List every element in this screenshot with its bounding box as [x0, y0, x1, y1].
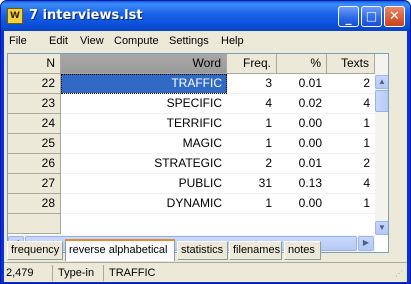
row-number: 22: [8, 74, 61, 94]
status-mode: Type-in: [56, 265, 104, 281]
texts-cell[interactable]: 2: [327, 154, 375, 174]
row-number: 24: [8, 114, 61, 134]
tab-statistics[interactable]: statistics: [177, 241, 228, 260]
table-row[interactable]: 24 TERRIFIC 1 0.00 1: [8, 114, 375, 134]
percent-cell[interactable]: 0.01: [277, 154, 327, 174]
table-row[interactable]: 27 PUBLIC 31 0.13 4: [8, 174, 375, 194]
column-header-texts[interactable]: Texts: [327, 54, 375, 74]
table-row[interactable]: 23 SPECIFIC 4 0.02 4: [8, 94, 375, 114]
minimize-button[interactable]: _: [338, 6, 359, 27]
table-row[interactable]: 22 TRAFFIC 3 0.01 2: [8, 74, 375, 94]
column-header-n[interactable]: N: [8, 54, 61, 74]
row-number: [8, 214, 61, 234]
freq-cell[interactable]: 31: [227, 174, 277, 194]
freq-cell[interactable]: 1: [227, 194, 277, 214]
tab-frequency[interactable]: frequency: [7, 241, 63, 260]
status-count: 2,479: [4, 265, 53, 281]
freq-cell[interactable]: 1: [227, 134, 277, 154]
scroll-down-button[interactable]: ▼: [375, 221, 388, 235]
chevron-up-icon: ▲: [378, 77, 386, 86]
column-header-freq[interactable]: Freq.: [227, 54, 277, 74]
table-row-partial[interactable]: [8, 214, 375, 234]
row-number: 23: [8, 94, 61, 114]
column-header-word[interactable]: Word: [61, 54, 227, 74]
row-number: 26: [8, 154, 61, 174]
texts-cell[interactable]: 1: [327, 114, 375, 134]
texts-cell[interactable]: 2: [327, 74, 375, 94]
close-button[interactable]: ✕: [384, 6, 405, 27]
word-list-grid[interactable]: N Word Freq. % Texts 22 TRAFFIC 3 0.01 2…: [7, 53, 389, 253]
row-number: 25: [8, 134, 61, 154]
menu-view[interactable]: View: [80, 34, 104, 48]
word-cell[interactable]: PUBLIC: [61, 174, 227, 194]
row-number: 28: [8, 194, 61, 214]
column-header-percent[interactable]: %: [277, 54, 327, 74]
word-cell[interactable]: DYNAMIC: [61, 194, 227, 214]
close-icon: ✕: [389, 9, 400, 24]
texts-cell[interactable]: 1: [327, 194, 375, 214]
word-cell[interactable]: STRATEGIC: [61, 154, 227, 174]
percent-cell[interactable]: 0.00: [277, 134, 327, 154]
menu-edit[interactable]: Edit: [49, 34, 68, 48]
menu-help[interactable]: Help: [221, 34, 244, 48]
client-area: File Edit View Compute Settings Help N W…: [4, 31, 407, 282]
freq-cell[interactable]: 3: [227, 74, 277, 94]
percent-cell[interactable]: 0.00: [277, 194, 327, 214]
texts-cell[interactable]: 4: [327, 94, 375, 114]
table-row[interactable]: 26 STRATEGIC 2 0.01 2: [8, 154, 375, 174]
texts-cell[interactable]: 1: [327, 134, 375, 154]
chevron-down-icon: ▼: [378, 223, 386, 232]
word-cell[interactable]: SPECIFIC: [61, 94, 227, 114]
app-window: W 7 interviews.lst _ □ ✕ File Edit View …: [0, 0, 411, 284]
maximize-button[interactable]: □: [361, 6, 382, 27]
window-title: 7 interviews.lst: [29, 8, 143, 23]
maximize-icon: □: [365, 9, 378, 23]
table-row[interactable]: 25 MAGIC 1 0.00 1: [8, 134, 375, 154]
tab-reverse-alphabetical[interactable]: reverse alphabetical: [65, 239, 175, 261]
percent-cell[interactable]: 0.01: [277, 74, 327, 94]
vertical-scrollbar[interactable]: ▲ ▼: [375, 54, 388, 235]
status-current-word: TRAFFIC: [109, 267, 156, 279]
status-bar: 2,479 Type-in TRAFFIC ⋰: [4, 262, 407, 282]
row-number: 27: [8, 174, 61, 194]
menu-file[interactable]: File: [9, 34, 27, 48]
title-bar[interactable]: W 7 interviews.lst _ □ ✕: [1, 1, 410, 31]
tab-notes[interactable]: notes: [284, 241, 321, 260]
tab-filenames[interactable]: filenames: [229, 241, 282, 260]
freq-cell[interactable]: 4: [227, 94, 277, 114]
view-tabs: frequency reverse alphabetical statistic…: [7, 239, 407, 261]
word-cell[interactable]: TERRIFIC: [61, 114, 227, 134]
word-cell[interactable]: TRAFFIC: [61, 74, 227, 94]
table-row[interactable]: 28 DYNAMIC 1 0.00 1: [8, 194, 375, 214]
scroll-up-button[interactable]: ▲: [375, 75, 388, 89]
menu-bar: File Edit View Compute Settings Help: [4, 31, 407, 51]
word-cell[interactable]: MAGIC: [61, 134, 227, 154]
app-icon: W: [7, 8, 23, 24]
freq-cell[interactable]: 1: [227, 114, 277, 134]
minimize-icon: _: [345, 11, 352, 25]
menu-settings[interactable]: Settings: [169, 34, 209, 48]
vertical-scroll-thumb[interactable]: [375, 90, 388, 112]
percent-cell[interactable]: 0.13: [277, 174, 327, 194]
percent-cell[interactable]: 0.02: [277, 94, 327, 114]
texts-cell[interactable]: 4: [327, 174, 375, 194]
resize-grip-icon[interactable]: ⋰: [395, 269, 405, 279]
freq-cell[interactable]: 2: [227, 154, 277, 174]
percent-cell[interactable]: 0.00: [277, 114, 327, 134]
menu-compute[interactable]: Compute: [114, 34, 159, 48]
